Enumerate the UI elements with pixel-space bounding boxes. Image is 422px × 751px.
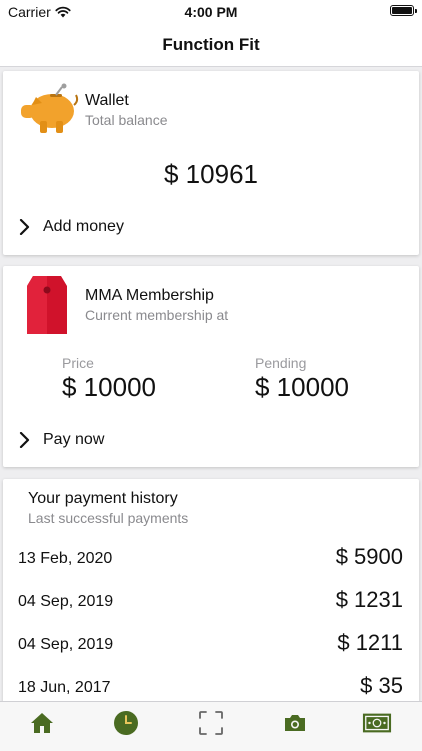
pay-now-button[interactable]: Pay now — [17, 431, 104, 449]
tab-payments[interactable] — [362, 710, 392, 736]
history-title: Your payment history — [28, 490, 178, 507]
membership-title: MMA Membership — [85, 287, 214, 304]
tab-camera[interactable] — [280, 710, 310, 736]
tab-scan[interactable] — [196, 710, 226, 736]
payment-date: 04 Sep, 2019 — [18, 593, 114, 610]
wallet-balance: $ 10961 — [164, 159, 258, 189]
price-tag-icon — [27, 276, 67, 334]
payment-amount: $ 1211 — [337, 630, 403, 655]
price-value: $ 10000 — [62, 372, 156, 402]
pending-label: Pending — [255, 355, 307, 371]
wallet-card: Wallet Total balance $ 10961 Add money — [3, 71, 419, 255]
tab-history[interactable] — [111, 710, 141, 736]
camera-icon — [285, 715, 305, 731]
status-bar: Carrier 4:00 PM — [0, 0, 422, 24]
page-title: Function Fit — [162, 35, 260, 54]
payment-history-card: Your payment history Last successful pay… — [3, 479, 419, 709]
chevron-right-icon — [19, 219, 30, 235]
history-subtitle: Last successful payments — [28, 510, 189, 526]
piggy-bank-icon — [21, 83, 79, 133]
scan-icon — [199, 711, 223, 735]
clock-icon — [114, 711, 138, 735]
membership-card: MMA Membership Current membership at Pri… — [3, 266, 419, 467]
history-row[interactable]: 04 Sep, 2019 $ 1211 — [3, 622, 419, 664]
cash-icon — [362, 713, 392, 733]
add-money-label: Add money — [43, 218, 124, 235]
payment-amount: $ 1231 — [335, 587, 403, 612]
payment-date: 18 Jun, 2017 — [18, 679, 111, 696]
tab-bar — [0, 701, 422, 751]
home-icon — [31, 713, 53, 733]
payment-amount: $ 35 — [360, 673, 403, 698]
history-row[interactable]: 13 Feb, 2020 $ 5900 — [3, 536, 419, 578]
pending-value: $ 10000 — [255, 372, 349, 402]
status-time: 4:00 PM — [184, 4, 238, 20]
wallet-subtitle: Total balance — [85, 112, 168, 128]
payment-date: 04 Sep, 2019 — [18, 636, 114, 653]
payment-date: 13 Feb, 2020 — [18, 550, 113, 567]
nav-bar: Function Fit — [0, 24, 422, 67]
battery-icon — [390, 5, 417, 16]
payment-amount: $ 5900 — [335, 544, 403, 569]
pay-now-label: Pay now — [43, 431, 105, 448]
price-label: Price — [62, 355, 94, 371]
chevron-right-icon — [19, 432, 30, 448]
tab-home[interactable] — [27, 710, 57, 736]
wallet-title: Wallet — [85, 92, 129, 109]
history-row[interactable]: 04 Sep, 2019 $ 1231 — [3, 579, 419, 621]
add-money-button[interactable]: Add money — [17, 218, 124, 236]
membership-subtitle: Current membership at — [85, 307, 229, 323]
